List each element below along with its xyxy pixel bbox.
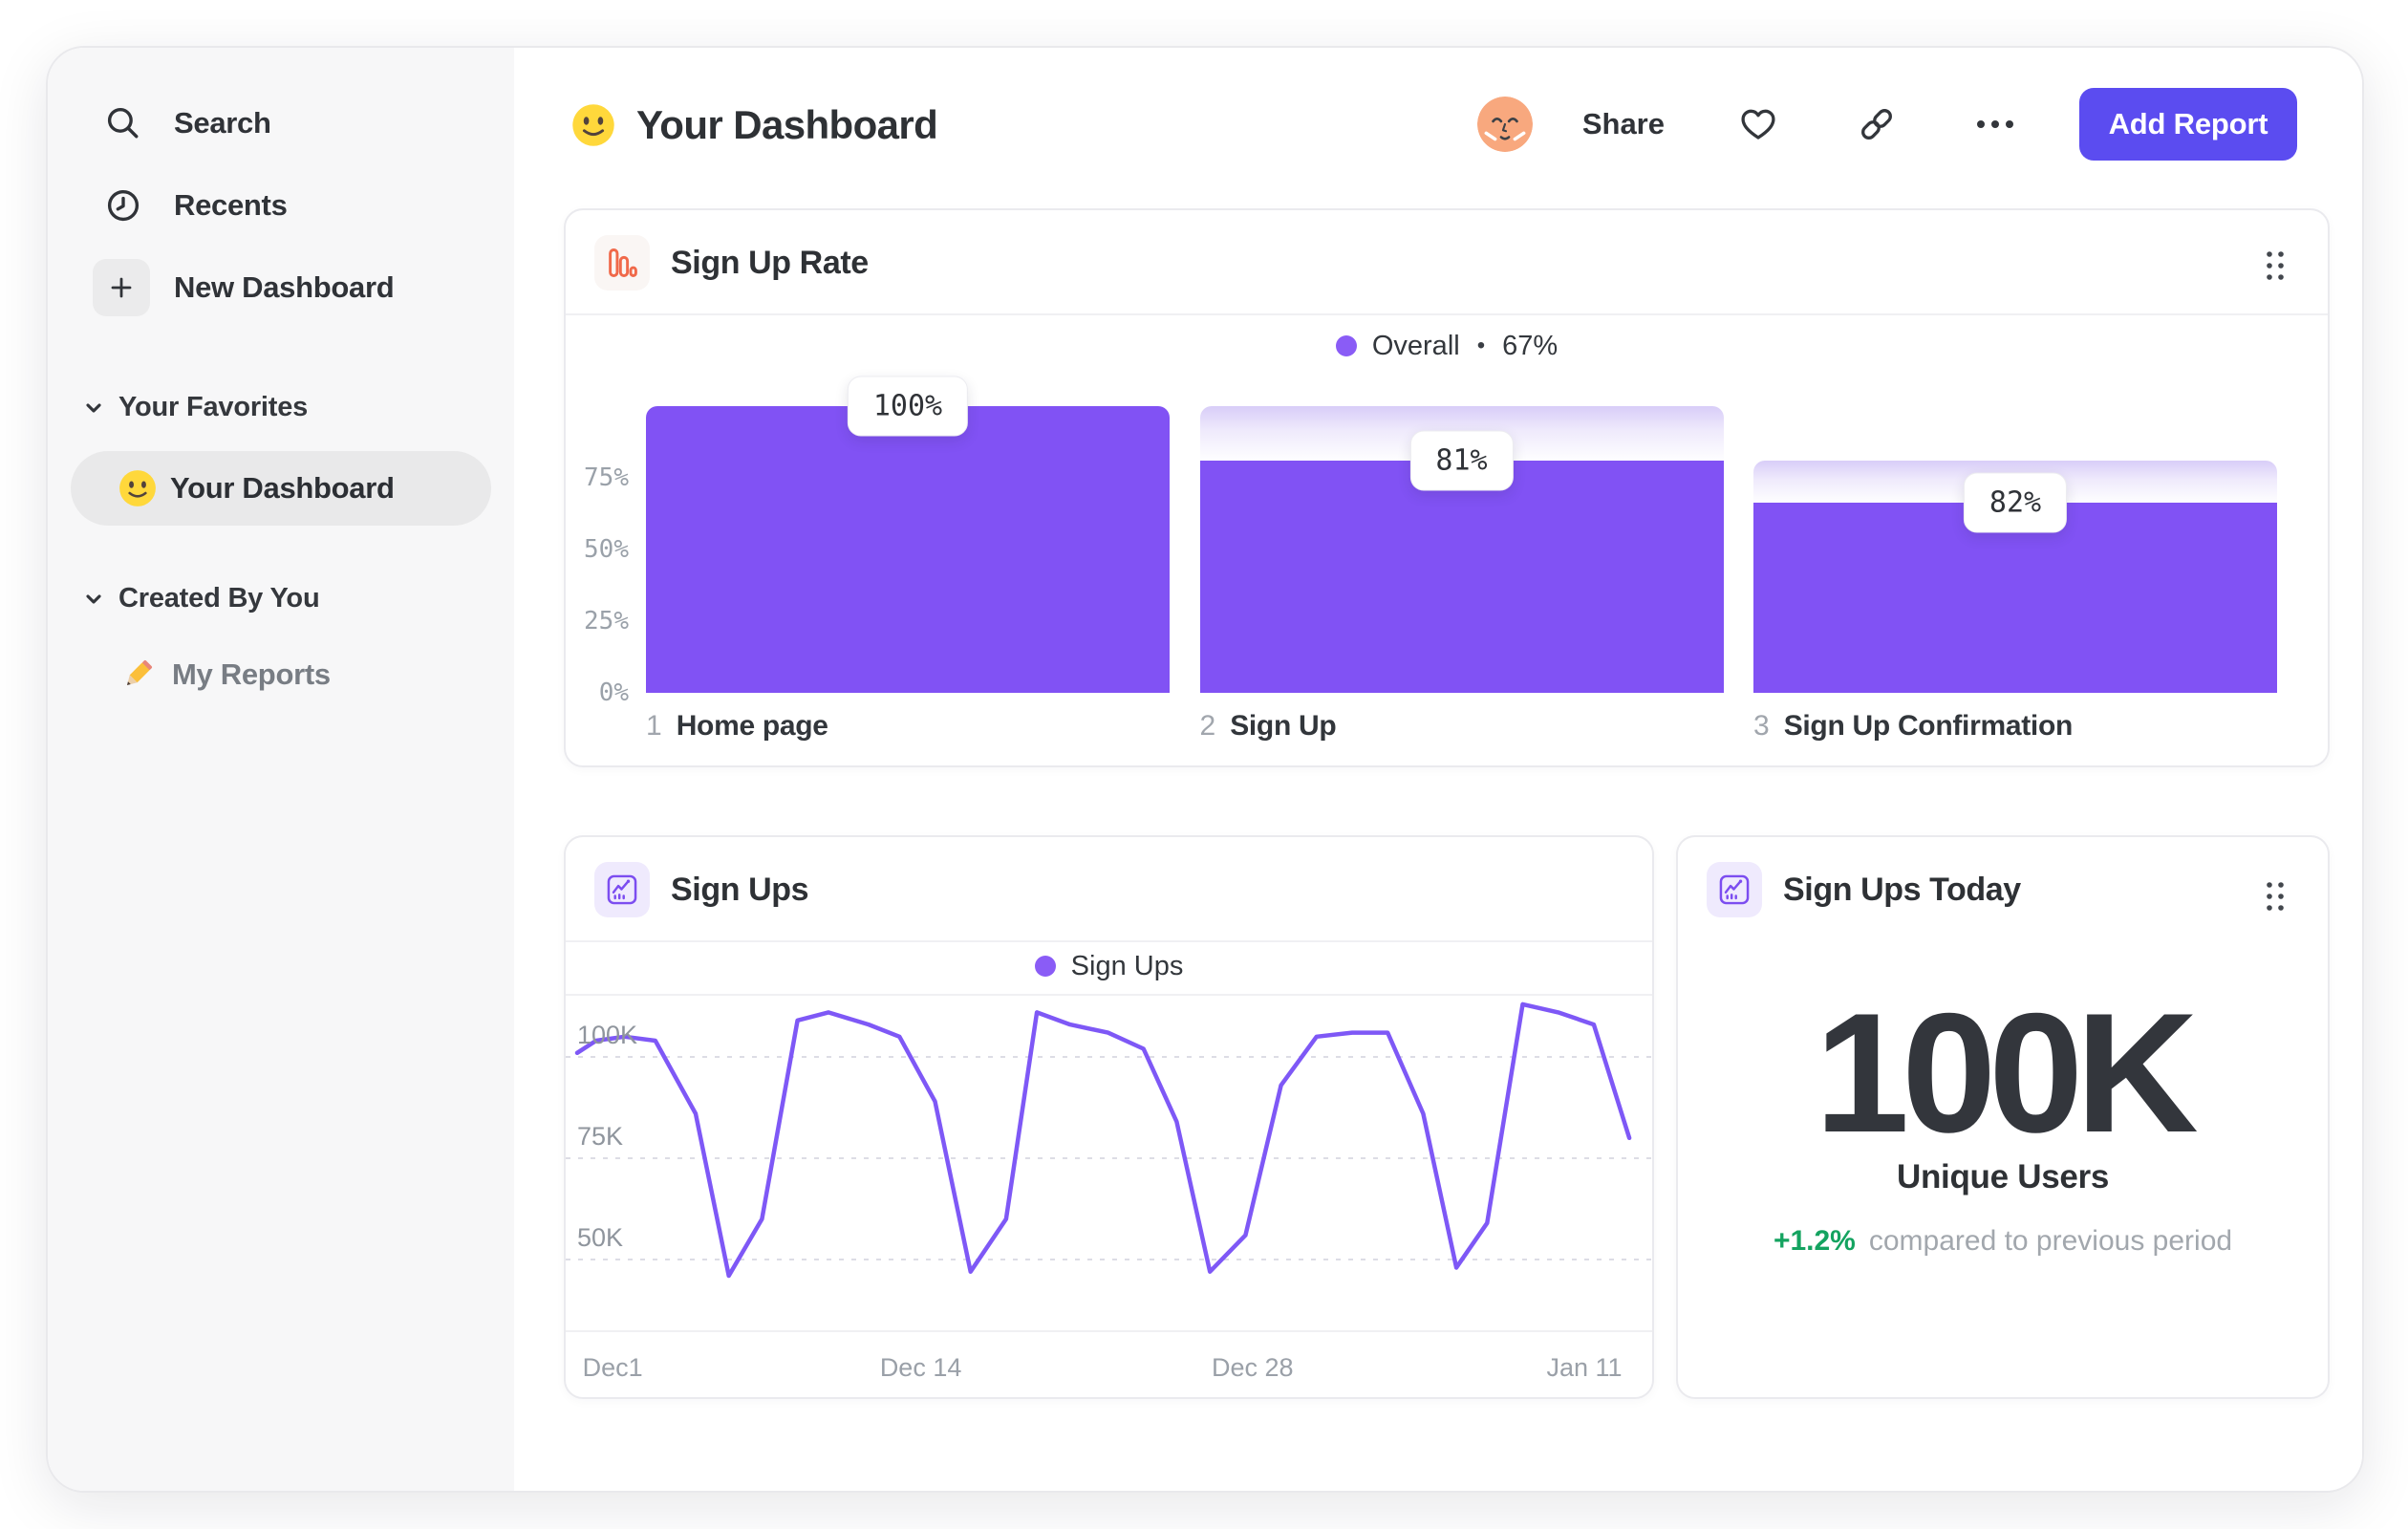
line-y-tick: 100K xyxy=(577,1021,638,1049)
sidebar-section-toggle-favorites[interactable]: Your Favorites xyxy=(82,392,308,423)
line-chart-x-axis: Dec1 Dec 14 Dec 28 Jan 11 xyxy=(566,1330,1652,1397)
funnel-step-label: 2 Sign Up xyxy=(1199,710,1337,742)
page-title: Your Dashboard xyxy=(636,102,938,147)
sidebar-section-title: Your Favorites xyxy=(118,392,309,422)
legend-series: Sign Ups xyxy=(1070,950,1184,981)
card-title: Sign Ups Today xyxy=(1783,871,2021,908)
line-legend: Sign Ups xyxy=(566,938,1652,996)
sidebar-item-label: Recents xyxy=(174,188,288,222)
funnel-chart: 75% 50% 25% 0% 100% 1 Home page 81% 2 Sign Up 82% 3… xyxy=(566,210,2328,765)
sidebar-item-label: New Dashboard xyxy=(174,270,395,304)
card-sign-ups-today: Sign Ups Today 100K Unique Users +1.2% c… xyxy=(1676,835,2330,1399)
sidebar-item-search[interactable]: Search xyxy=(48,87,514,160)
drag-handle-icon[interactable] xyxy=(2259,877,2291,915)
add-report-button[interactable]: Add Report xyxy=(2079,88,2297,161)
stat-delta-value: +1.2% xyxy=(1773,1225,1856,1257)
funnel-y-tick: 0% xyxy=(598,678,629,707)
stat-delta-row: +1.2% compared to previous period xyxy=(1678,1225,2328,1258)
funnel-y-tick: 75% xyxy=(584,463,629,492)
funnel-value-chip: 100% xyxy=(847,376,969,437)
card-header: Sign Ups xyxy=(566,837,1652,942)
sidebar-item-label: Search xyxy=(174,106,271,140)
more-options-button[interactable] xyxy=(1970,99,2020,149)
line-chart-icon xyxy=(1707,862,1762,917)
sidebar-section-toggle-created-by-you[interactable]: Created By You xyxy=(82,583,320,614)
clock-icon xyxy=(93,175,154,236)
app-window: Search Recents New Dashboard Your Favori… xyxy=(46,46,2364,1493)
sidebar: Search Recents New Dashboard Your Favori… xyxy=(48,48,516,1491)
sidebar-item-label: Your Dashboard xyxy=(170,471,395,505)
chevron-down-icon xyxy=(82,588,105,611)
stat-value: 100K xyxy=(1815,978,2199,1168)
funnel-step-label: 3 Sign Up Confirmation xyxy=(1753,710,2073,742)
favorite-heart-button[interactable] xyxy=(1733,99,1783,149)
card-sign-ups: Sign Ups Sign Ups 100K 75K 50K Dec1 Dec 14 D… xyxy=(564,835,1654,1399)
funnel-bar[interactable] xyxy=(646,406,1170,693)
sidebar-item-new-dashboard[interactable]: New Dashboard xyxy=(48,251,514,324)
sidebar-section-title: Created By You xyxy=(118,583,320,614)
main-content: Your Dashboard Share Add Report Sign Up … xyxy=(514,48,2362,1491)
line-x-tick: Jan 11 xyxy=(1546,1353,1623,1382)
chevron-down-icon xyxy=(82,397,105,420)
funnel-value-chip: 82% xyxy=(1963,472,2068,533)
ellipsis-icon xyxy=(1973,117,2017,132)
line-chart-canvas xyxy=(566,1001,1652,1279)
pencil-emoji-icon xyxy=(118,656,157,694)
funnel-value-chip: 81% xyxy=(1409,430,1514,491)
card-header: Sign Ups Today xyxy=(1678,837,2328,942)
sidebar-item-recents[interactable]: Recents xyxy=(48,169,514,242)
legend-dot xyxy=(1034,956,1056,977)
heart-icon xyxy=(1737,103,1779,145)
line-x-tick: Dec 14 xyxy=(879,1353,962,1382)
funnel-y-tick: 50% xyxy=(584,535,629,564)
smiley-emoji-icon xyxy=(571,103,615,147)
search-icon xyxy=(93,93,154,154)
line-y-tick: 75K xyxy=(577,1122,624,1151)
page-header: Your Dashboard xyxy=(571,92,938,159)
sidebar-item-my-reports[interactable]: My Reports xyxy=(118,656,331,694)
line-y-tick: 50K xyxy=(577,1223,624,1252)
funnel-step-label: 1 Home page xyxy=(646,710,828,742)
funnel-y-tick: 25% xyxy=(584,607,629,635)
sidebar-item-your-dashboard[interactable]: Your Dashboard xyxy=(71,451,491,526)
share-button[interactable]: Share xyxy=(1582,107,1665,141)
plus-icon xyxy=(91,257,152,318)
funnel-bar[interactable] xyxy=(1199,461,1724,693)
header-actions: Share Add Report xyxy=(1476,86,2297,162)
card-title: Sign Ups xyxy=(671,871,809,908)
line-chart-icon xyxy=(594,862,650,917)
line-chart: 100K 75K 50K xyxy=(566,994,1652,1330)
line-x-tick: Dec1 xyxy=(582,1353,643,1382)
screen: Search Recents New Dashboard Your Favori… xyxy=(0,0,2408,1529)
card-sign-up-rate: Sign Up Rate Overall • 67% 75% 50% 25% 0… xyxy=(564,208,2330,767)
copy-link-button[interactable] xyxy=(1852,99,1902,149)
sidebar-item-label: My Reports xyxy=(172,657,331,691)
series-line-sign-ups[interactable] xyxy=(574,1001,1632,1279)
stat-label: Unique Users xyxy=(1896,1158,2110,1195)
link-icon xyxy=(1856,103,1898,145)
line-x-tick: Dec 28 xyxy=(1212,1353,1294,1382)
avatar[interactable] xyxy=(1476,97,1533,152)
smiley-emoji-icon xyxy=(118,469,157,507)
stat-delta-note: compared to previous period xyxy=(1868,1225,2233,1257)
